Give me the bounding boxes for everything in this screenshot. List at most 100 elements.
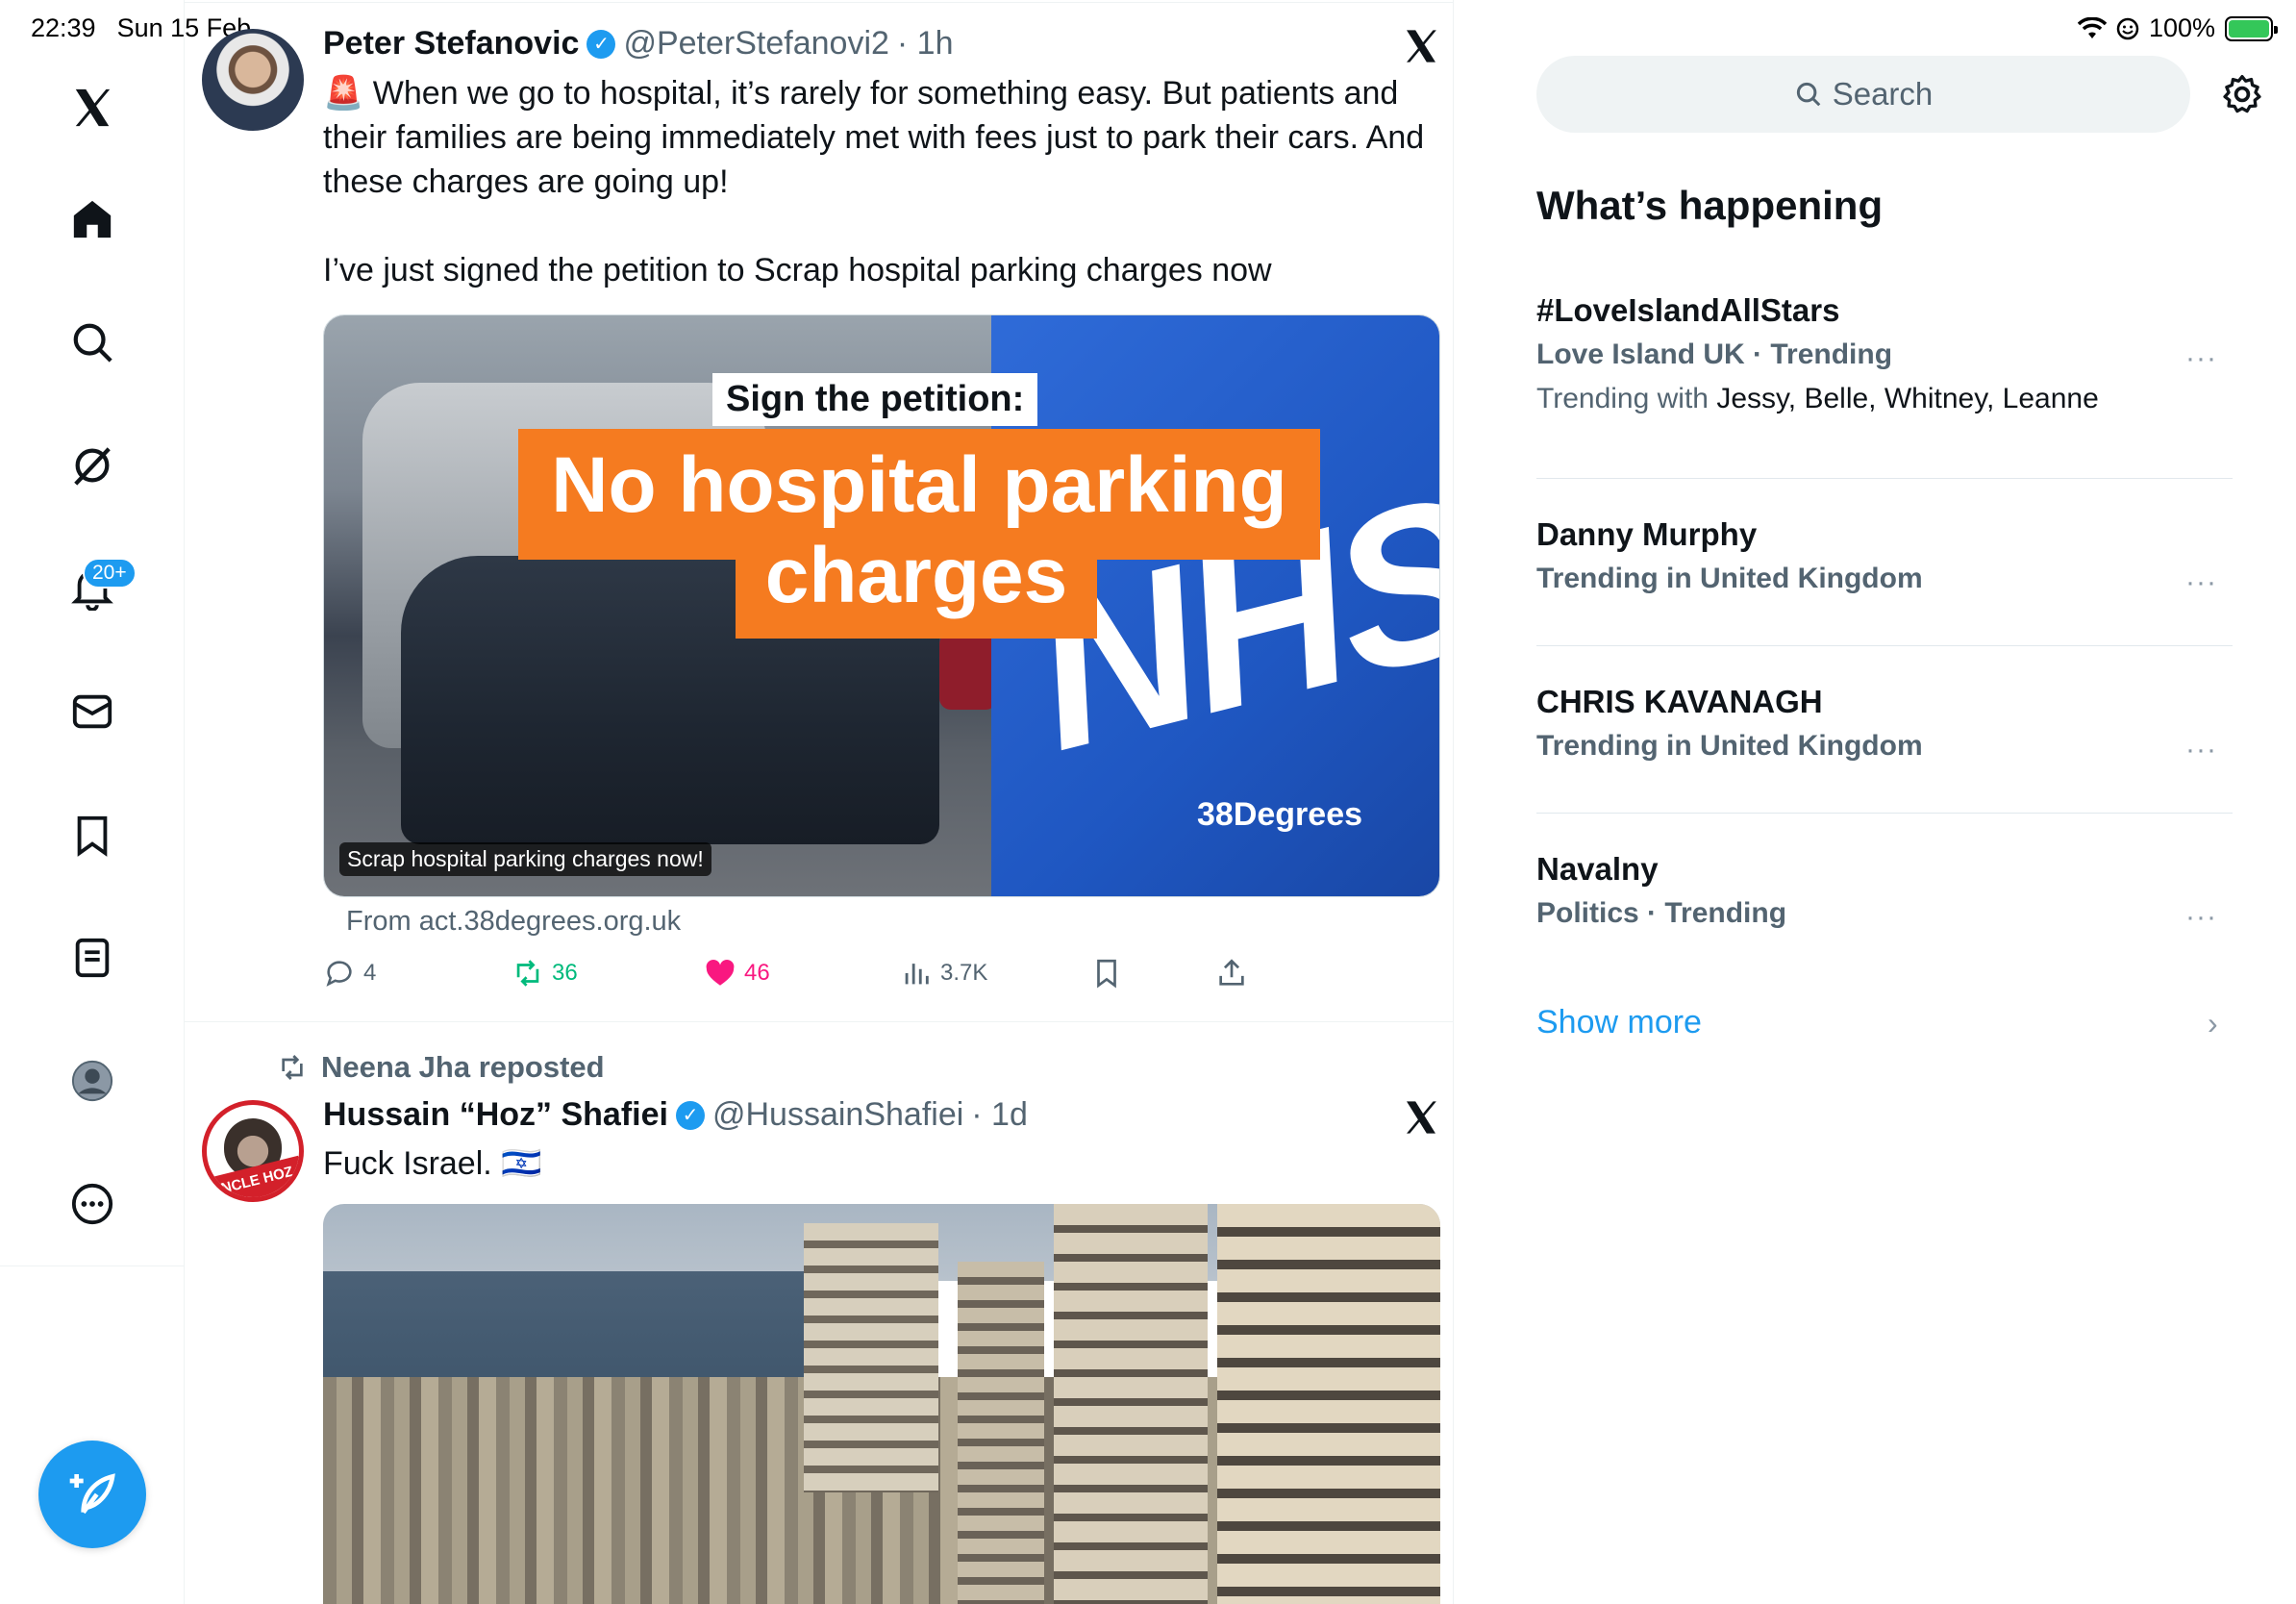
share-icon [1219, 959, 1244, 986]
reply-button[interactable]: 4 [323, 957, 376, 990]
trend-context: Politics · Trending [1536, 897, 1787, 929]
trend-item[interactable]: #LoveIslandAllStars Love Island UK · Tre… [1536, 292, 2233, 415]
views-count: 3.7K [940, 960, 988, 986]
trend-context: Trending in United Kingdom [1536, 563, 1923, 594]
trend-name: Danny Murphy [1536, 516, 1758, 552]
show-more-link[interactable]: Show more [1536, 1004, 1702, 1041]
tweet1-author-handle[interactable]: @PeterStefanovi2 [623, 25, 888, 63]
like-button[interactable]: 46 [704, 957, 770, 990]
tweet1-action-bar: 4 36 46 3.7K [323, 957, 1285, 999]
notification-badge: 20+ [83, 558, 137, 589]
views-chart-icon [905, 964, 929, 985]
tweet2-author-avatar[interactable]: UNCLE HOZ [202, 1100, 304, 1202]
trend-more-button[interactable]: ··· [2185, 342, 2217, 375]
settings-gear-icon[interactable] [2221, 73, 2263, 115]
x-logo-icon[interactable] [63, 79, 121, 137]
tweet1-text-line: 🚨 When we go to hospital, it’s rarely fo… [323, 75, 1399, 112]
trend-more-button[interactable]: ··· [2185, 901, 2217, 934]
bookmark-button[interactable] [1090, 957, 1123, 990]
tweet1-author-avatar[interactable] [202, 29, 304, 131]
tweet1-text-line: their families are being immediately met… [323, 119, 1425, 156]
tweet1-timestamp[interactable]: · 1h [897, 25, 954, 63]
trend-trending-with: Trending with Jessy, Belle, Whitney, Lea… [1536, 383, 2233, 415]
trend-item[interactable]: Danny Murphy Trending in United Kingdom … [1536, 516, 2233, 598]
home-icon[interactable] [63, 190, 121, 248]
tweet2-header: Hussain “Hoz” Shafiei ✓ @HussainShafiei … [323, 1096, 1028, 1134]
link-card-source[interactable]: From act.38degrees.org.uk [346, 906, 681, 938]
messages-icon[interactable] [63, 683, 121, 740]
more-options-icon[interactable] [63, 1175, 121, 1233]
compose-post-button[interactable] [38, 1441, 146, 1548]
timeline-feed: Peter Stefanovic ✓ @PeterStefanovi2 · 1h… [185, 0, 1454, 1604]
trend-more-button[interactable]: ··· [2185, 566, 2217, 599]
reply-icon [326, 961, 352, 987]
tweet1-text-line: these charges are going up! [323, 163, 729, 200]
headline-line1: No hospital parking [551, 441, 1287, 529]
battery-percent: 100% [2148, 13, 2215, 42]
tweet2-x-logo-icon [1407, 1101, 1436, 1134]
feed-top-divider [185, 2, 1453, 3]
search-icon [1796, 82, 1821, 107]
wifi-icon [2077, 16, 2107, 38]
repost-button[interactable]: 36 [512, 957, 578, 990]
trend-name: CHRIS KAVANAGH [1536, 684, 1823, 719]
tweet2-author-handle[interactable]: @HussainShafiei [712, 1096, 963, 1134]
trend-divider [1536, 645, 2233, 646]
verified-badge-icon: ✓ [675, 1100, 705, 1130]
headline-line2: charges [764, 532, 1068, 619]
building [958, 1262, 1044, 1604]
repost-small-icon [282, 1055, 303, 1080]
trend-name: Navalny [1536, 851, 1659, 887]
reposted-by-line[interactable]: Neena Jha reposted [277, 1050, 605, 1085]
trend-context: Trending in United Kingdom [1536, 730, 1923, 762]
whats-happening-title: What’s happening [1536, 183, 1884, 228]
trend-divider [1536, 813, 2233, 814]
tweet1-text: 🚨 When we go to hospital, it’s rarely fo… [323, 71, 1448, 292]
38degrees-logo: 38Degrees [1197, 796, 1363, 833]
trend-name: #LoveIslandAllStars [1536, 292, 1840, 328]
car-tail-light [939, 633, 997, 710]
search-nav-icon[interactable] [63, 313, 121, 371]
profile-avatar-icon[interactable] [63, 1052, 121, 1110]
tweet1-text-line: I’ve just signed the petition to Scrap h… [323, 252, 1272, 288]
status-bar-right: 100% [2077, 13, 2278, 43]
building [804, 1223, 938, 1492]
left-nav: 20+ [0, 0, 185, 1604]
search-input[interactable]: Search [1536, 56, 2190, 133]
reposted-by-text: Neena Jha reposted [321, 1050, 605, 1084]
focus-icon [2116, 17, 2139, 39]
trending-with-label: Trending with [1536, 383, 1709, 414]
building [1217, 1204, 1440, 1604]
bookmark-icon [1097, 959, 1116, 989]
search-placeholder: Search [1832, 76, 1934, 112]
verified-badge-icon: ✓ [586, 29, 616, 59]
trend-more-button[interactable]: ··· [2185, 734, 2217, 766]
grok-icon[interactable] [63, 437, 121, 494]
trend-item[interactable]: Navalny Politics · Trending ··· [1536, 851, 2233, 933]
heart-filled-icon [706, 959, 735, 986]
tweet1-x-logo-icon [1407, 30, 1436, 63]
compose-feather-icon [69, 1473, 115, 1515]
tweet2-author-name[interactable]: Hussain “Hoz” Shafiei [323, 1096, 668, 1134]
repost-icon [516, 960, 539, 987]
views-button[interactable]: 3.7K [900, 957, 987, 990]
trend-item[interactable]: CHRIS KAVANAGH Trending in United Kingdo… [1536, 684, 2233, 766]
tweet1-link-card-image[interactable]: NHS 38Degrees Sign the petition: No hosp… [323, 314, 1440, 897]
chevron-right-icon: › [2208, 1006, 2218, 1040]
reply-count: 4 [363, 960, 377, 986]
building [1054, 1204, 1208, 1604]
like-count: 46 [744, 960, 770, 986]
trending-with-names: Jessy, Belle, Whitney, Leanne [1716, 383, 2099, 414]
repost-count: 36 [552, 960, 578, 986]
bookmarks-icon[interactable] [63, 806, 121, 864]
link-card-caption: Scrap hospital parking charges now! [339, 842, 711, 876]
battery-icon [2225, 15, 2278, 41]
tweet2-timestamp[interactable]: · 1d [971, 1096, 1028, 1134]
sign-petition-label: Sign the petition: [712, 373, 1038, 426]
tweet1-author-name[interactable]: Peter Stefanovic [323, 25, 579, 63]
tweet2-video-media[interactable] [323, 1204, 1440, 1604]
trend-context: Love Island UK · Trending [1536, 338, 1893, 370]
lists-icon[interactable] [63, 929, 121, 987]
trend-divider [1536, 478, 2233, 479]
share-button[interactable] [1215, 957, 1248, 990]
